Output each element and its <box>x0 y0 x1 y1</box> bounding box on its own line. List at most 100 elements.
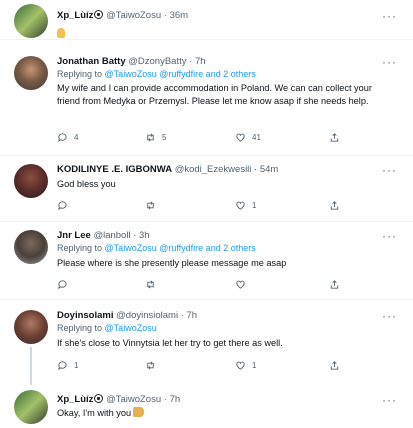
like-button[interactable]: 41 <box>235 132 261 143</box>
retweet-button[interactable] <box>145 360 162 371</box>
soccer-ball-icon <box>94 394 104 403</box>
replying-to-links[interactable]: @TaiwoZosu @ruffydfire and 2 others <box>105 243 256 253</box>
replying-to: Replying to @TaiwoZosu @ruffydfire and 2… <box>57 69 256 79</box>
retweet-button[interactable] <box>145 279 162 290</box>
replying-to-links[interactable]: @TaiwoZosu @ruffydfire and 2 others <box>105 69 256 79</box>
replying-to-label: Replying to <box>57 69 103 79</box>
like-button[interactable]: 1 <box>235 360 256 371</box>
tweet-header: Doyinsolami @doyinsiolami · 7h <box>57 310 197 321</box>
tweet-actions <box>57 279 357 293</box>
like-button[interactable]: 1 <box>235 200 256 211</box>
avatar[interactable] <box>14 56 48 90</box>
replying-to-label: Replying to <box>57 323 103 333</box>
avatar[interactable] <box>14 230 48 264</box>
tweet-feed: Xp_Lùíz @TaiwoZosu · 36m ··· Jonathan Ba… <box>0 0 413 428</box>
author-handle[interactable]: @kodi_Ezekwesili <box>175 164 252 175</box>
author-handle[interactable]: @TaiwoZosu <box>106 394 161 405</box>
reply-button[interactable]: 1 <box>57 360 78 371</box>
more-icon[interactable]: ··· <box>382 229 397 243</box>
avatar[interactable] <box>14 164 48 198</box>
more-icon[interactable]: ··· <box>382 309 397 323</box>
tweet-time[interactable]: · 3h <box>133 230 149 241</box>
share-icon <box>330 201 339 210</box>
share-icon <box>330 133 339 142</box>
share-button[interactable] <box>329 360 340 371</box>
replying-to: Replying to @TaiwoZosu <box>57 323 157 333</box>
tweet-time[interactable]: · 7h <box>189 56 205 67</box>
avatar[interactable] <box>14 310 48 344</box>
like-icon <box>236 280 245 289</box>
retweet-icon <box>147 361 154 370</box>
more-icon[interactable]: ··· <box>382 163 397 177</box>
tweet-text-wrap: Okay, I'm with you <box>57 407 397 420</box>
more-icon[interactable]: ··· <box>382 55 397 69</box>
tweet-text: Okay, I'm with you <box>57 408 132 418</box>
tweet-actions: 1 <box>57 200 357 214</box>
tweet-time[interactable]: · 36m <box>164 10 188 21</box>
share-button[interactable] <box>329 200 340 211</box>
tweet-0[interactable]: Xp_Lùíz @TaiwoZosu · 36m ··· <box>0 0 413 40</box>
tweet-time[interactable]: · 7h <box>164 394 180 405</box>
tweet-header: Jonathan Batty @DzonyBatty · 7h <box>57 56 206 67</box>
author-handle[interactable]: @lanboll <box>93 230 130 241</box>
share-icon <box>330 361 339 370</box>
author-name[interactable]: KODILINYE .E. IGBONWA <box>57 164 172 175</box>
tweet-4[interactable]: Doyinsolami @doyinsiolami · 7h ··· Reply… <box>0 300 413 385</box>
like-icon <box>236 201 245 210</box>
reply-button[interactable] <box>57 279 74 290</box>
retweet-icon <box>147 280 154 289</box>
tweet-3[interactable]: Jnr Lee @lanboll · 3h ··· Replying to @T… <box>0 222 413 300</box>
like-count: 1 <box>252 361 257 370</box>
author-name[interactable]: Doyinsolami <box>57 310 114 321</box>
retweet-button[interactable]: 5 <box>145 132 166 143</box>
tweet-header: Xp_Lùíz @TaiwoZosu · 36m <box>57 10 188 21</box>
tweet-header: Xp_Lùíz @TaiwoZosu · 7h <box>57 394 180 405</box>
reply-icon <box>58 280 67 290</box>
tweet-2[interactable]: KODILINYE .E. IGBONWA @kodi_Ezekwesili ·… <box>0 156 413 222</box>
praise-emoji-icon <box>57 25 65 43</box>
share-button[interactable] <box>329 279 340 290</box>
author-name[interactable]: Jonathan Batty <box>57 56 126 67</box>
author-name[interactable]: Xp_Lùíz <box>57 10 93 21</box>
author-handle[interactable]: @DzonyBatty <box>128 56 186 67</box>
author-name[interactable]: Xp_Lùíz <box>57 394 93 405</box>
tweet-text: God bless you <box>57 179 116 189</box>
author-handle[interactable]: @doyinsiolami <box>116 310 178 321</box>
share-icon <box>330 280 339 289</box>
retweet-button[interactable] <box>145 200 162 211</box>
like-count: 1 <box>252 201 257 210</box>
more-icon[interactable]: ··· <box>382 393 397 407</box>
like-icon <box>236 361 245 370</box>
retweet-count: 5 <box>162 133 167 142</box>
share-button[interactable] <box>329 132 340 143</box>
tweet-text: My wife and I can provide accommodation … <box>57 83 372 106</box>
tweet-text: If she's close to Vinnytsia let her try … <box>57 338 283 348</box>
reply-button[interactable] <box>57 200 74 211</box>
soccer-ball-icon <box>94 10 104 19</box>
reply-button[interactable]: 4 <box>57 132 78 143</box>
reply-count: 4 <box>74 133 79 142</box>
tweet-time[interactable]: · 7h <box>181 310 197 321</box>
tweet-header: Jnr Lee @lanboll · 3h <box>57 230 150 241</box>
replying-to: Replying to @TaiwoZosu @ruffydfire and 2… <box>57 243 256 253</box>
reply-icon <box>58 361 67 371</box>
tweet-5[interactable]: Xp_Lùíz @TaiwoZosu · 7h ··· Okay, I'm wi… <box>0 386 413 428</box>
reply-icon <box>58 201 67 211</box>
like-button[interactable] <box>235 279 252 290</box>
tweet-1[interactable]: Jonathan Batty @DzonyBatty · 7h ··· Repl… <box>0 48 413 156</box>
tweet-text: Please where is she presently please mes… <box>57 258 287 268</box>
tweet-time[interactable]: · 54m <box>254 164 278 175</box>
avatar[interactable] <box>14 4 48 38</box>
reply-count: 1 <box>74 361 79 370</box>
like-count: 41 <box>252 133 261 142</box>
author-name[interactable]: Jnr Lee <box>57 230 91 241</box>
retweet-icon <box>147 133 154 142</box>
thread-line <box>30 347 32 385</box>
tweet-actions: 1 1 <box>57 360 357 374</box>
author-handle[interactable]: @TaiwoZosu <box>106 10 161 21</box>
like-icon <box>236 133 245 142</box>
replying-to-links[interactable]: @TaiwoZosu <box>105 323 157 333</box>
avatar[interactable] <box>14 390 48 424</box>
more-icon[interactable]: ··· <box>382 9 397 23</box>
tweet-actions: 4 5 41 <box>57 132 357 146</box>
